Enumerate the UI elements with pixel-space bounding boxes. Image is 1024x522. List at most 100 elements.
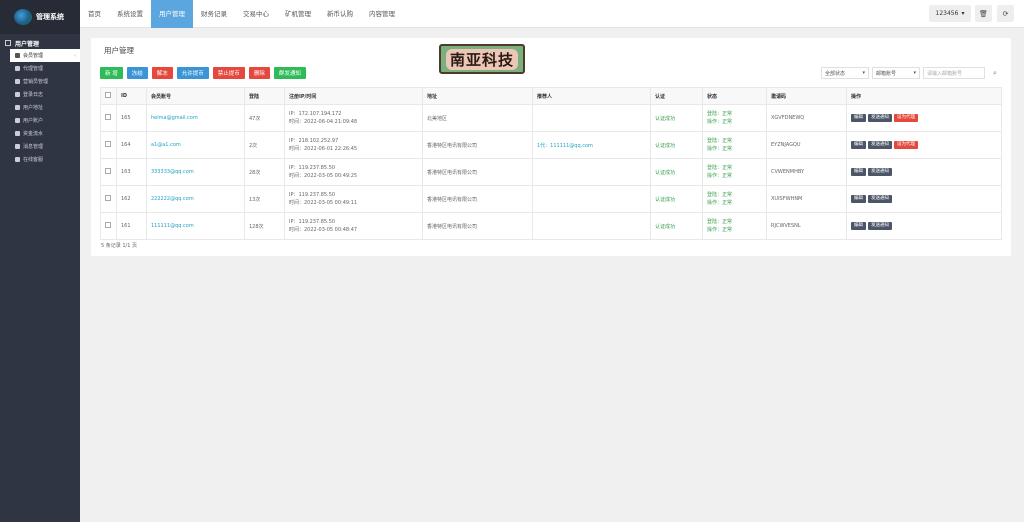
sidebar-item[interactable]: 在线客服 xyxy=(0,153,80,166)
status-select[interactable]: 全部状态 ▾ xyxy=(821,67,869,79)
nav-tab[interactable]: 交易中心 xyxy=(235,0,277,28)
row-action-button[interactable]: 编辑 xyxy=(851,195,866,203)
field-select[interactable]: 邮箱账号 ▾ xyxy=(872,67,920,79)
cell-auth: 认证成功 xyxy=(650,131,703,159)
cell-address: 香港特区电讯有限公司 xyxy=(422,185,533,213)
sidebar-item[interactable]: 消息管理 xyxy=(0,140,80,153)
cell-referrer xyxy=(532,212,651,240)
toolbar-button[interactable]: 新 增 xyxy=(100,67,123,79)
cell-invite-code: CVWENMHBY xyxy=(766,158,847,186)
row-checkbox[interactable] xyxy=(105,195,111,201)
trash-icon[interactable]: 🗑 xyxy=(975,5,992,22)
cell-address: 香港特区电讯有限公司 xyxy=(422,212,533,240)
sidebar-item[interactable]: 用户账户 xyxy=(0,114,80,127)
toolbar-button[interactable]: 群发通知 xyxy=(273,67,306,79)
row-action-button[interactable]: 发送通知 xyxy=(868,114,892,122)
cell-id: 165 xyxy=(116,104,147,132)
toolbar-button[interactable]: 禁止提币 xyxy=(212,67,245,79)
nav-tab[interactable]: 新币认购 xyxy=(319,0,361,28)
search-icon[interactable]: ⌕ xyxy=(988,67,1002,79)
cell-id: 163 xyxy=(116,158,147,186)
cell-actions: 编辑 发送通知 xyxy=(846,212,1002,240)
row-checkbox[interactable] xyxy=(105,141,111,147)
row-action-button[interactable]: 编辑 xyxy=(851,114,866,122)
search-input[interactable]: 请输入邮箱账号 xyxy=(923,67,985,79)
sidebar-item[interactable]: 用户地址 xyxy=(0,101,80,114)
sidebar-item[interactable]: 资金流水 xyxy=(0,127,80,140)
refresh-icon[interactable]: ⟳ xyxy=(997,5,1014,22)
nav-tab[interactable]: 用户管理 xyxy=(151,0,193,28)
sidebar-item-label: 在线客服 xyxy=(23,157,44,163)
chevron-down-icon: ▾ xyxy=(862,70,865,76)
cell-account[interactable]: 333333@qq.com xyxy=(146,158,245,186)
row-action-button[interactable]: 发送通知 xyxy=(868,195,892,203)
menu-item-icon xyxy=(15,144,20,149)
sidebar-item-label: 用户地址 xyxy=(23,105,44,111)
cell-id: 162 xyxy=(116,185,147,213)
column-header: 注册IP/时间 xyxy=(284,87,423,105)
column-header: ID xyxy=(116,87,147,105)
table-row: 165 heima@gmail.com 47次 IP：172.107.194.172 时… xyxy=(100,104,1002,132)
select-all-checkbox[interactable] xyxy=(105,92,111,98)
table-row: 164 a1@a1.com 2次 IP：218.102.252.97 时间：2022-0… xyxy=(100,131,1002,159)
row-checkbox[interactable] xyxy=(105,222,111,228)
cell-account[interactable]: heima@gmail.com xyxy=(146,104,245,132)
menu-item-icon xyxy=(15,157,20,162)
content-panel: 用户管理 南亚科技 新 增冻结 解冻 允许提币 禁止提币 删除 群发通知 全部状态 ▾ 邮箱… xyxy=(91,38,1011,256)
page-title: 用户管理 xyxy=(104,46,134,55)
cell-address: 香港特区电讯有限公司 xyxy=(422,158,533,186)
toolbar-button[interactable]: 允许提币 xyxy=(176,67,209,79)
cell-ip-time: IP：172.107.194.172 时间：2022-06-04 21:09:48 xyxy=(284,104,423,132)
sidebar-item-label: 登录日志 xyxy=(23,92,44,98)
sidebar-item-label: 代理管理 xyxy=(23,66,44,72)
sidebar: 管理系统 用户管理 会员管理 ‹ 代理管理营销员管理登录日志用户地址用户账户 资金流水… xyxy=(0,0,80,522)
cell-actions: 编辑 发送通知 xyxy=(846,185,1002,213)
row-action-button[interactable]: 编辑 xyxy=(851,222,866,230)
row-action-button[interactable]: 编辑 xyxy=(851,168,866,176)
sidebar-item[interactable]: 代理管理 xyxy=(0,62,80,75)
row-action-button[interactable]: 设为代理 xyxy=(894,141,918,149)
cell-status: 登陆：正常 操作：正常 xyxy=(702,185,767,213)
sidebar-item[interactable]: 营销员管理 xyxy=(0,75,80,88)
sidebar-group-user-management[interactable]: 用户管理 xyxy=(0,37,80,49)
sidebar-item[interactable]: 登录日志 xyxy=(0,88,80,101)
user-menu-button[interactable]: 123456 ▾ xyxy=(929,5,971,22)
menu-item-icon xyxy=(15,66,20,71)
cell-auth: 认证成功 xyxy=(650,104,703,132)
nav-tab[interactable]: 系统设置 xyxy=(109,0,151,28)
nav-tab[interactable]: 矿机管理 xyxy=(277,0,319,28)
record-count: 5 条记录 1/1 页 xyxy=(101,243,137,249)
filters: 全部状态 ▾ 邮箱账号 ▾ 请输入邮箱账号 ⌕ xyxy=(821,67,1002,79)
chevron-down-icon: ▾ xyxy=(913,70,916,76)
nav-tab[interactable]: 财务记录 xyxy=(193,0,235,28)
sidebar-item[interactable]: 会员管理 ‹ xyxy=(10,49,80,62)
row-action-button[interactable]: 发送通知 xyxy=(868,141,892,149)
row-checkbox[interactable] xyxy=(105,114,111,120)
row-action-button[interactable]: 设为代理 xyxy=(894,114,918,122)
cell-invite-code: XUISFWHNM xyxy=(766,185,847,213)
toolbar-button[interactable]: 冻结 xyxy=(126,67,148,79)
nav-tab[interactable]: 内容管理 xyxy=(361,0,403,28)
cell-account[interactable]: 111111@qq.com xyxy=(146,212,245,240)
row-action-button[interactable]: 发送通知 xyxy=(868,168,892,176)
column-header xyxy=(100,87,117,105)
top-bar: 首页 系统设置 用户管理 财务记录 交易中心 矿机管理 新币认购 内容管理 123456 ▾ … xyxy=(80,0,1024,28)
column-header: 推荐人 xyxy=(532,87,651,105)
toolbar: 新 增冻结 解冻 允许提币 禁止提币 删除 群发通知 xyxy=(100,67,306,79)
toolbar-button[interactable]: 删除 xyxy=(248,67,270,79)
cell-status: 登陆：正常 操作：正常 xyxy=(702,104,767,132)
toolbar-button[interactable]: 解冻 xyxy=(151,67,173,79)
row-checkbox[interactable] xyxy=(105,168,111,174)
row-action-button[interactable]: 编辑 xyxy=(851,141,866,149)
table-row: 162 222222@qq.com 13次 IP：119.237.85.50 时间：20… xyxy=(100,185,1002,213)
row-action-button[interactable]: 发送通知 xyxy=(868,222,892,230)
cell-account[interactable]: 222222@qq.com xyxy=(146,185,245,213)
cell-id: 161 xyxy=(116,212,147,240)
top-nav: 首页 系统设置 用户管理 财务记录 交易中心 矿机管理 新币认购 内容管理 xyxy=(80,0,403,28)
logo: 管理系统 xyxy=(0,0,80,34)
cell-actions: 编辑 发送通知 设为代理 xyxy=(846,104,1002,132)
cell-account[interactable]: a1@a1.com xyxy=(146,131,245,159)
caret-down-icon: ▾ xyxy=(961,10,965,17)
table-row: 163 333333@qq.com 28次 IP：119.237.85.50 时间：20… xyxy=(100,158,1002,186)
nav-tab[interactable]: 首页 xyxy=(80,0,109,28)
